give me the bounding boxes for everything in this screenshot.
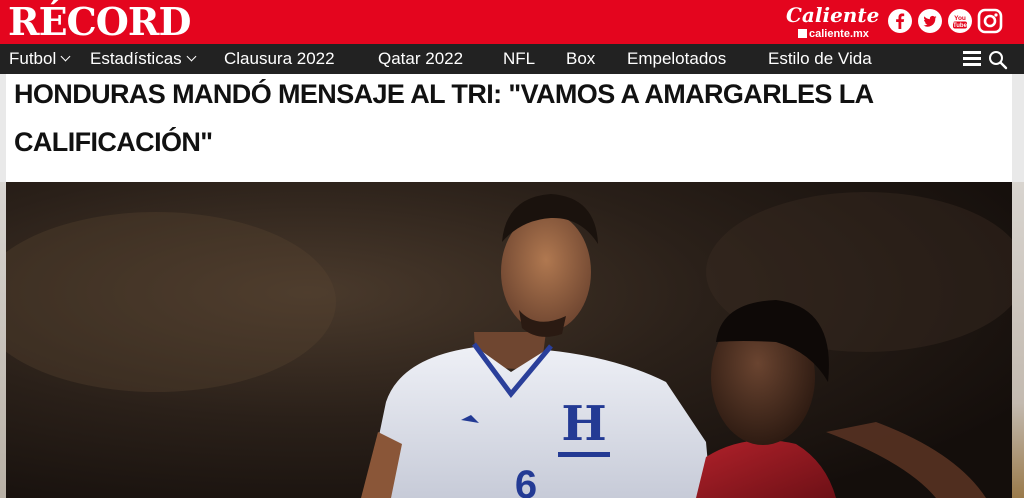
nav-item-clausura-2022[interactable]: Clausura 2022 — [224, 44, 335, 74]
svg-text:You: You — [954, 15, 966, 22]
twitter-icon[interactable] — [917, 8, 943, 34]
instagram-icon[interactable] — [977, 8, 1003, 34]
jersey-number: 6 — [515, 463, 537, 498]
youtube-icon[interactable]: You Tube — [947, 8, 973, 34]
nav-item-qatar-2022[interactable]: Qatar 2022 — [378, 44, 463, 74]
jersey-letter: H — [561, 396, 606, 452]
nav-item-nfl[interactable]: NFL — [503, 44, 535, 74]
chevron-down-icon — [186, 51, 197, 62]
main-navigation: Futbol Estadísticas Clausura 2022 Qatar … — [0, 44, 1024, 74]
caliente-sponsor-logo[interactable]: Caliente caliente.mx — [786, 3, 880, 41]
sponsor-mini-icon — [798, 29, 807, 38]
record-logo[interactable]: RÉCORD — [8, 1, 191, 43]
sponsor-url-text: caliente.mx — [809, 28, 869, 40]
page-edge-right — [1012, 182, 1024, 498]
top-header-bar: RÉCORD Caliente caliente.mx You Tube — [0, 0, 1024, 44]
nav-item-estadisticas[interactable]: Estadísticas — [90, 44, 197, 74]
sponsor-url: caliente.mx — [798, 28, 869, 40]
headline-card: HONDURAS MANDÓ MENSAJE AL TRI: "VAMOS A … — [6, 74, 1012, 182]
sponsor-name: Caliente — [786, 3, 880, 27]
article-headline: HONDURAS MANDÓ MENSAJE AL TRI: "VAMOS A … — [14, 79, 873, 157]
nav-item-box[interactable]: Box — [566, 44, 595, 74]
article-main-photo[interactable]: H 6 — [6, 182, 1012, 498]
svg-text:Tube: Tube — [953, 23, 968, 29]
chevron-down-icon — [60, 51, 71, 62]
nav-item-empelotados[interactable]: Empelotados — [627, 44, 726, 74]
nav-item-futbol[interactable]: Futbol — [9, 44, 71, 74]
facebook-icon[interactable] — [887, 8, 913, 34]
hamburger-menu-icon[interactable] — [963, 51, 981, 67]
nav-item-estilo-de-vida[interactable]: Estilo de Vida — [768, 44, 872, 74]
search-icon[interactable] — [988, 50, 1008, 70]
nav-label: Futbol — [9, 49, 57, 68]
nav-label: Estadísticas — [90, 49, 182, 68]
